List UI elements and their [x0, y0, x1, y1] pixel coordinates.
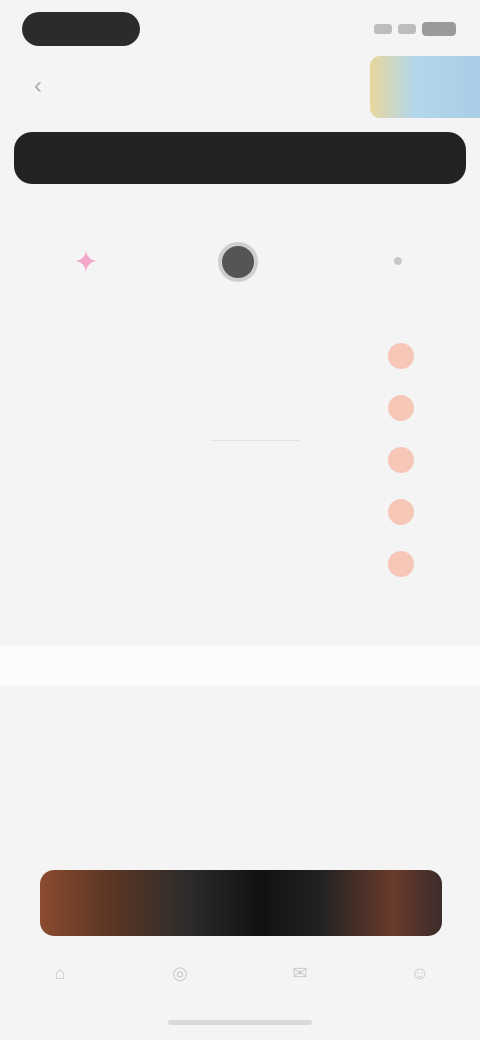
list-item[interactable]	[0, 798, 480, 850]
tab-discover[interactable]: ◎	[150, 963, 210, 990]
tab-home[interactable]: ⌂	[30, 963, 90, 990]
home-icon: ⌂	[54, 962, 66, 983]
divider	[210, 440, 300, 441]
bottom-tab-bar: ⌂ ◎ ✉ ☺	[0, 946, 480, 1006]
header-thumbnail[interactable]	[370, 56, 480, 118]
list-item[interactable]	[0, 434, 480, 486]
tab-message[interactable]: ✉	[270, 963, 330, 990]
list-item[interactable]	[0, 590, 480, 642]
badge	[388, 395, 414, 421]
tab-profile[interactable]: ☺	[390, 963, 450, 990]
badge	[388, 499, 414, 525]
status-icons	[366, 20, 456, 38]
badge	[388, 551, 414, 577]
star-icon: ✦	[73, 245, 99, 279]
status-pill	[22, 12, 140, 46]
list-item[interactable]	[0, 746, 480, 798]
badge	[388, 447, 414, 473]
list-item[interactable]	[0, 538, 480, 590]
profile-icon: ☺	[410, 962, 430, 983]
list-item[interactable]	[0, 382, 480, 434]
media-strip[interactable]	[40, 870, 442, 936]
discover-icon: ◎	[172, 962, 188, 983]
signal-icon	[374, 24, 392, 34]
message-icon: ✉	[292, 962, 308, 983]
section-gap	[0, 646, 480, 686]
list-item[interactable]	[0, 330, 480, 382]
home-indicator	[168, 1020, 312, 1025]
tab-favorite[interactable]: ✦	[46, 222, 126, 302]
badge	[388, 343, 414, 369]
list-item[interactable]	[0, 486, 480, 538]
action-row: ✦ •	[0, 222, 480, 302]
secondary-list	[0, 694, 480, 850]
more-icon: •	[392, 245, 404, 278]
record-icon	[218, 242, 258, 282]
tab-record[interactable]	[198, 222, 278, 302]
tab-more[interactable]: •	[358, 222, 438, 302]
chevron-left-icon[interactable]: ‹	[34, 72, 58, 100]
list-item[interactable]	[0, 694, 480, 746]
settings-list	[0, 330, 480, 642]
battery-icon	[422, 22, 456, 36]
banner-button[interactable]	[14, 132, 466, 184]
wifi-icon	[398, 24, 416, 34]
